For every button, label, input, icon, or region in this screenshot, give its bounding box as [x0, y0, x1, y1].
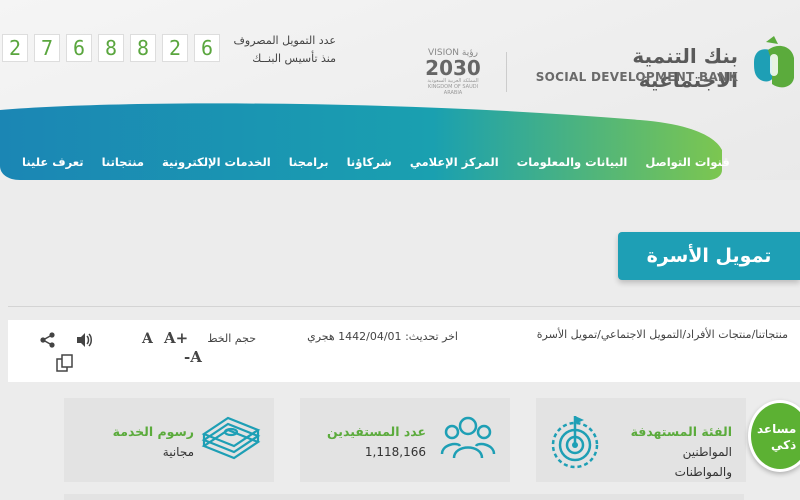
nav-item-media-center[interactable]: المركز الإعلامي — [410, 155, 499, 169]
counter-digit: 8 — [98, 34, 124, 62]
counter-digit: 7 — [34, 34, 60, 62]
counter-label-line: عدد التمويل المصروف — [233, 34, 336, 47]
counter-digit: 2 — [162, 34, 188, 62]
last-updated-label: اخر تحديث: — [405, 330, 458, 343]
beneficiaries-card: عدد المستفيدين 1,118,166 — [300, 398, 510, 482]
nav-item-about[interactable]: تعرف علينا — [22, 155, 84, 169]
counter-digit: 6 — [66, 34, 92, 62]
service-fee-label: رسوم الخدمة — [112, 424, 194, 439]
beneficiaries-value: 1,118,166 — [365, 442, 426, 462]
people-icon — [440, 416, 496, 459]
header-divider — [506, 52, 507, 92]
money-stack-icon — [201, 416, 261, 460]
target-group-value: المواطنين والمواطنات — [675, 442, 732, 482]
target-icon — [551, 416, 599, 469]
nav-item-contact[interactable]: قنوات التواصل — [645, 155, 729, 169]
vision-caption: المملكة العربية السعودية KINGDOM OF SAUD… — [427, 78, 479, 96]
service-fee-card: رسوم الخدمة مجانية — [64, 398, 274, 482]
service-fee-amount: مجانية — [162, 445, 194, 459]
copy-icon[interactable] — [55, 353, 75, 373]
vision-2030-logo: VISION رؤية 2030 المملكة العربية السعودي… — [423, 48, 483, 96]
main-nav: تعرف علينا منتجاتنا الخدمات الإلكترونية … — [22, 150, 730, 174]
counter-label-line: منذ تأسيس البنــك — [252, 52, 336, 65]
smart-assistant-label: مساعد ذكي — [757, 421, 796, 453]
last-updated-date: 1442/04/01 هجري — [307, 330, 402, 343]
nav-item-partners[interactable]: شركاؤنا — [347, 155, 392, 169]
target-group-label: الفئة المستهدفة — [630, 424, 732, 439]
counter-label: عدد التمويل المصروف منذ تأسيس البنــك — [226, 32, 336, 68]
target-group-value-line: والمواطنات — [674, 465, 732, 479]
beneficiaries-count: 1,118,166 — [364, 445, 426, 459]
content-strip — [64, 494, 744, 500]
breadcrumb[interactable]: منتجاتنا/منتجات الأفراد/التمويل الاجتماع… — [488, 328, 788, 341]
counter-digit: 6 — [194, 34, 220, 62]
counter-digit: 8 — [130, 34, 156, 62]
counter-digit: 2 — [2, 34, 28, 62]
nav-bar-background — [0, 103, 722, 180]
service-fee-value: مجانية — [163, 442, 194, 462]
nav-item-e-services[interactable]: الخدمات الإلكترونية — [162, 155, 271, 169]
funding-counter: 2 7 6 8 8 2 6 — [2, 34, 220, 62]
beneficiaries-label: عدد المستفيدين — [327, 424, 426, 439]
last-updated: اخر تحديث: 1442/04/01 هجري — [288, 330, 458, 343]
bank-name-english[interactable]: SOCIAL DEVELOPMENT BANK — [528, 70, 738, 84]
nav-item-products[interactable]: منتجاتنا — [102, 155, 144, 169]
nav-item-data[interactable]: البيانات والمعلومات — [517, 155, 628, 169]
target-group-value-line: المواطنين — [682, 445, 732, 459]
speaker-icon[interactable] — [74, 330, 94, 350]
smart-assistant-line: مساعد — [757, 422, 797, 436]
target-group-card: الفئة المستهدفة المواطنين والمواطنات — [536, 398, 746, 482]
font-normal-button[interactable]: A — [142, 331, 153, 347]
font-size-label: حجم الخط — [207, 332, 256, 345]
font-increase-button[interactable]: A+ — [164, 329, 188, 347]
bank-logo-icon[interactable] — [744, 32, 800, 96]
page-title: تمويل الأسرة — [646, 245, 772, 267]
bank-name-arabic[interactable]: بنك التنمية الاجتماعية — [528, 44, 738, 92]
smart-assistant-button[interactable]: مساعد ذكي — [748, 400, 800, 472]
smart-assistant-line: ذكي — [771, 438, 797, 452]
nav-item-programs[interactable]: برامجنا — [289, 155, 329, 169]
divider — [8, 306, 800, 307]
share-icon[interactable] — [38, 330, 58, 350]
vision-year: 2030 — [425, 56, 481, 80]
font-decrease-button[interactable]: -A — [184, 348, 202, 366]
page-title-banner: تمويل الأسرة — [618, 232, 800, 280]
